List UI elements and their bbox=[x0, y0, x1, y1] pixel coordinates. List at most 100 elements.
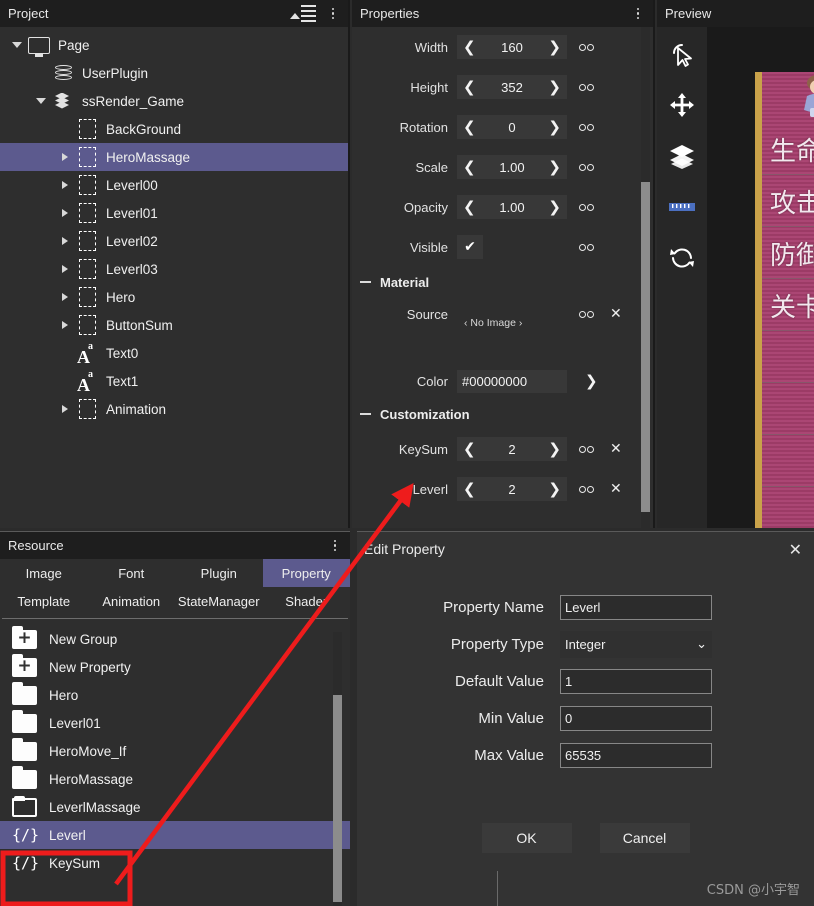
tab-statemanager[interactable]: StateManager bbox=[175, 587, 263, 615]
properties-overflow-menu-icon[interactable] bbox=[631, 4, 645, 24]
tree-item-text1[interactable]: Aa Text1 bbox=[0, 367, 348, 395]
tree-caret[interactable] bbox=[56, 143, 74, 171]
tab-image[interactable]: Image bbox=[0, 559, 88, 587]
property-stepper[interactable]: ❮ 352 ❯ bbox=[457, 75, 567, 99]
tree-caret[interactable] bbox=[56, 171, 74, 199]
ok-button[interactable]: OK bbox=[481, 823, 572, 853]
custom-property-clear-icon[interactable]: ✕ bbox=[610, 482, 622, 496]
custom-property-link-icon[interactable] bbox=[579, 485, 601, 493]
material-section-header[interactable]: Material bbox=[352, 267, 653, 297]
decrement-icon[interactable]: ❮ bbox=[463, 199, 476, 215]
tree-item-leverl02[interactable]: Leverl02 bbox=[0, 227, 348, 255]
chevron-down-icon[interactable] bbox=[36, 98, 46, 104]
property-stepper[interactable]: ❮ 1.00 ❯ bbox=[457, 195, 567, 219]
chevron-right-icon[interactable] bbox=[62, 181, 68, 189]
resource-item-keysum[interactable]: {/} KeySum bbox=[0, 849, 350, 877]
property-link-icon[interactable] bbox=[579, 243, 601, 251]
properties-scrollbar-thumb[interactable] bbox=[641, 182, 650, 512]
decrement-icon[interactable]: ❮ bbox=[463, 39, 476, 55]
cancel-button[interactable]: Cancel bbox=[599, 823, 690, 853]
chevron-right-icon[interactable] bbox=[62, 265, 68, 273]
collapse-triangle-icon[interactable] bbox=[290, 12, 300, 19]
resource-item-new-group[interactable]: New Group bbox=[0, 625, 350, 653]
tree-caret[interactable] bbox=[8, 31, 26, 59]
ruler-icon[interactable] bbox=[665, 190, 699, 224]
increment-icon[interactable]: ❯ bbox=[548, 481, 561, 497]
dialog-text-input[interactable]: 0 bbox=[560, 706, 712, 731]
project-overflow-menu-icon[interactable] bbox=[326, 4, 340, 24]
source-link-icon[interactable] bbox=[579, 310, 601, 318]
custom-property-clear-icon[interactable]: ✕ bbox=[610, 442, 622, 456]
layers-icon[interactable] bbox=[665, 139, 699, 173]
resource-item-new-property[interactable]: New Property bbox=[0, 653, 350, 681]
dialog-text-input[interactable]: Leverl bbox=[560, 595, 712, 620]
resource-scrollbar-thumb[interactable] bbox=[333, 695, 342, 902]
tree-item-userplugin[interactable]: UserPlugin bbox=[0, 59, 348, 87]
tree-item-ssrender_game[interactable]: ssRender_Game bbox=[0, 87, 348, 115]
tree-caret[interactable] bbox=[56, 227, 74, 255]
increment-icon[interactable]: ❯ bbox=[548, 159, 561, 175]
tree-item-buttonsum[interactable]: ButtonSum bbox=[0, 311, 348, 339]
tree-item-leverl03[interactable]: Leverl03 bbox=[0, 255, 348, 283]
chevron-down-icon[interactable]: ⌄ bbox=[696, 637, 707, 652]
tree-item-leverl00[interactable]: Leverl00 bbox=[0, 171, 348, 199]
property-stepper[interactable]: ❮ 160 ❯ bbox=[457, 35, 567, 59]
tree-item-page[interactable]: Page bbox=[0, 31, 348, 59]
close-icon[interactable]: ✕ bbox=[789, 540, 802, 559]
tab-plugin[interactable]: Plugin bbox=[175, 559, 263, 587]
chevron-right-icon[interactable] bbox=[62, 153, 68, 161]
tab-animation[interactable]: Animation bbox=[88, 587, 176, 615]
chevron-right-icon[interactable] bbox=[62, 293, 68, 301]
property-stepper[interactable]: ❮ 1.00 ❯ bbox=[457, 155, 567, 179]
select-cursor-icon[interactable] bbox=[665, 37, 699, 71]
tab-property[interactable]: Property bbox=[262, 559, 350, 587]
tree-item-animation[interactable]: Animation bbox=[0, 395, 348, 423]
tree-item-background[interactable]: BackGround bbox=[0, 115, 348, 143]
list-menu-icon[interactable] bbox=[301, 4, 316, 23]
tree-caret[interactable] bbox=[32, 87, 50, 115]
chevron-right-icon[interactable] bbox=[62, 321, 68, 329]
property-type-select[interactable]: Integer ⌄ bbox=[560, 631, 712, 658]
resource-overflow-menu-icon[interactable] bbox=[328, 536, 342, 556]
resource-item-leverl[interactable]: {/} Leverl bbox=[0, 821, 350, 849]
tree-caret[interactable] bbox=[56, 311, 74, 339]
increment-icon[interactable]: ❯ bbox=[548, 119, 561, 135]
chevron-right-icon[interactable] bbox=[62, 237, 68, 245]
resource-item-leverl01[interactable]: Leverl01 bbox=[0, 709, 350, 737]
tree-caret[interactable] bbox=[32, 59, 50, 87]
source-clear-icon[interactable]: ✕ bbox=[610, 307, 622, 321]
tree-caret[interactable] bbox=[56, 283, 74, 311]
color-value-field[interactable]: #00000000 bbox=[457, 369, 567, 393]
decrement-icon[interactable]: ❮ bbox=[463, 481, 476, 497]
tree-caret[interactable] bbox=[56, 367, 74, 395]
preview-canvas[interactable]: 生命攻击防御关卡 bbox=[707, 27, 814, 528]
tree-caret[interactable] bbox=[56, 255, 74, 283]
tree-item-heromassage[interactable]: HeroMassage bbox=[0, 143, 348, 171]
resource-item-leverlmassage[interactable]: LeverlMassage bbox=[0, 793, 350, 821]
decrement-icon[interactable]: ❮ bbox=[463, 159, 476, 175]
increment-icon[interactable]: ❯ bbox=[548, 199, 561, 215]
property-link-icon[interactable] bbox=[579, 43, 601, 51]
decrement-icon[interactable]: ❮ bbox=[463, 441, 476, 457]
tab-font[interactable]: Font bbox=[88, 559, 176, 587]
custom-property-stepper[interactable]: ❮ 2 ❯ bbox=[457, 437, 567, 461]
property-link-icon[interactable] bbox=[579, 83, 601, 91]
chevron-down-icon[interactable] bbox=[12, 42, 22, 48]
resource-item-heromove-if[interactable]: HeroMove_If bbox=[0, 737, 350, 765]
property-link-icon[interactable] bbox=[579, 163, 601, 171]
property-stepper[interactable]: ❮ 0 ❯ bbox=[457, 115, 567, 139]
property-link-icon[interactable] bbox=[579, 123, 601, 131]
decrement-icon[interactable]: ❮ bbox=[463, 79, 476, 95]
tree-caret[interactable] bbox=[56, 115, 74, 143]
dialog-text-input[interactable]: 1 bbox=[560, 669, 712, 694]
dialog-text-input[interactable]: 65535 bbox=[560, 743, 712, 768]
tab-template[interactable]: Template bbox=[0, 587, 88, 615]
decrement-icon[interactable]: ❮ bbox=[463, 119, 476, 135]
property-checkbox[interactable]: ✔ bbox=[457, 235, 483, 259]
increment-icon[interactable]: ❯ bbox=[548, 79, 561, 95]
move-icon[interactable] bbox=[665, 88, 699, 122]
refresh-icon[interactable] bbox=[665, 241, 699, 275]
increment-icon[interactable]: ❯ bbox=[548, 39, 561, 55]
tree-caret[interactable] bbox=[56, 339, 74, 367]
color-expand-icon[interactable]: ❯ bbox=[585, 373, 598, 389]
